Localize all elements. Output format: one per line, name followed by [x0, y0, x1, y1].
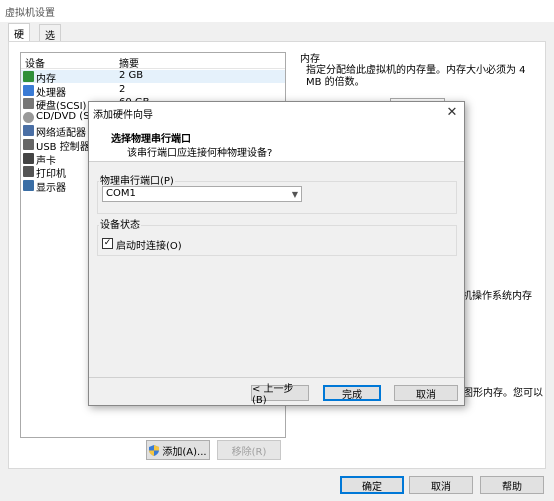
back-button[interactable]: < 上一步(B) — [251, 384, 309, 406]
remove-hardware-label: 移除(R) — [231, 446, 267, 458]
memory-description: 指定分配给此虚拟机的内存量。内存大小必须为 4 MB 的倍数。 — [306, 65, 526, 88]
dialog-subheading: 该串行端口应连接何种物理设备? — [127, 148, 273, 159]
help-label: 帮助 — [502, 481, 522, 493]
dialog-cancel-label: 取消 — [416, 389, 436, 401]
sound-card-icon — [23, 152, 34, 164]
cancel-button[interactable]: 取消 — [409, 476, 473, 494]
connect-at-power-on-label[interactable]: 启动时连接(O) — [116, 237, 182, 252]
remove-hardware-button[interactable]: 移除(R) — [217, 440, 281, 460]
serial-port-select[interactable]: COM1 ▼ — [102, 186, 302, 202]
serial-port-value: COM1 — [106, 188, 136, 199]
printer-icon — [23, 166, 34, 178]
dialog-heading: 选择物理串行端口 — [111, 134, 191, 145]
hard-disk-icon — [23, 98, 34, 110]
memory-note-text: 机操作系统内存 — [462, 291, 532, 302]
cpu-icon — [23, 84, 34, 96]
dialog-divider — [89, 377, 464, 378]
device-row[interactable]: 内存 2 GB — [21, 70, 285, 85]
chevron-down-icon: ▼ — [291, 189, 299, 199]
close-icon[interactable]: ✕ — [444, 104, 460, 120]
add-hardware-label: 添加(A)... — [162, 446, 207, 458]
usb-icon — [23, 139, 34, 150]
finish-button[interactable]: 完成 — [323, 385, 381, 401]
network-adapter-icon — [23, 125, 34, 137]
memory-section-title: 内存 — [300, 54, 320, 65]
ok-button[interactable]: 确定 — [340, 476, 404, 494]
device-summary: 2 — [119, 83, 126, 95]
device-name: 显示器 — [36, 182, 66, 194]
device-status-label: 设备状态 — [99, 216, 141, 231]
device-list-header: 设备 摘要 — [21, 53, 285, 70]
add-hardware-button[interactable]: 添加(A)... — [146, 440, 210, 460]
cd-dvd-icon — [23, 111, 34, 123]
tab-hardware[interactable]: 硬件 — [8, 23, 30, 56]
cancel-label: 取消 — [431, 481, 451, 493]
memory-graphics-note-text: 图形内存。您可以 — [463, 388, 543, 399]
window-title: 虚拟机设置 — [5, 8, 55, 19]
display-icon — [23, 179, 34, 191]
physical-serial-port-label: 物理串行端口(P) — [99, 172, 175, 187]
back-label: < 上一步(B) — [252, 384, 294, 406]
dialog-cancel-button[interactable]: 取消 — [394, 385, 458, 401]
ok-label: 确定 — [362, 481, 382, 493]
device-row[interactable]: 处理器 2 — [21, 83, 285, 99]
dialog-titlebar: 添加硬件向导 ✕ — [89, 102, 464, 122]
window-titlebar: 虚拟机设置 — [0, 0, 554, 22]
add-hardware-wizard-dialog: 添加硬件向导 ✕ 选择物理串行端口 该串行端口应连接何种物理设备? 物理串行端口… — [88, 101, 465, 406]
column-device[interactable]: 设备 — [25, 55, 45, 70]
shield-icon — [149, 444, 160, 456]
column-summary[interactable]: 摘要 — [119, 55, 139, 70]
memory-icon — [23, 71, 34, 82]
dialog-header: 选择物理串行端口 该串行端口应连接何种物理设备? — [89, 122, 464, 162]
device-summary: 2 GB — [119, 70, 144, 81]
help-button[interactable]: 帮助 — [480, 476, 544, 494]
finish-label: 完成 — [342, 389, 362, 401]
dialog-title: 添加硬件向导 — [93, 110, 153, 121]
connect-at-power-on-checkbox[interactable]: ✓ — [102, 238, 113, 249]
tab-options[interactable]: 选项 — [39, 24, 61, 57]
